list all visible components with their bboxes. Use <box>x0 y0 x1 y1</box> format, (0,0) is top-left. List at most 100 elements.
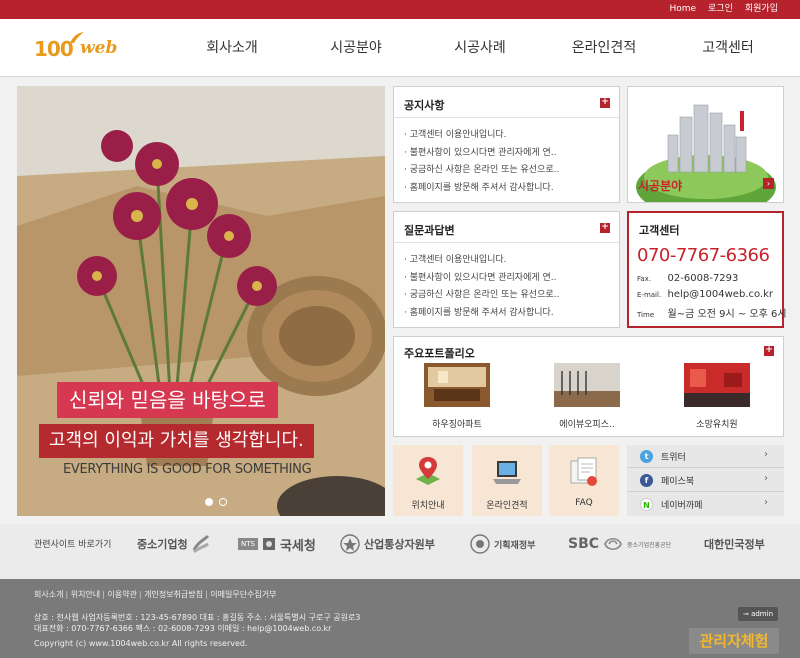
partner-nts[interactable]: NTS 국세청 <box>238 532 316 556</box>
partner-motie[interactable]: 산업통상자원부 <box>340 532 435 556</box>
qna-item[interactable]: · 궁금하신 사항은 온라인 또는 유선으로.. <box>404 287 559 305</box>
qna-board: 질문과답변 + · 고객센터 이용안내입니다. · 불편사항이 있으시다면 관리… <box>393 211 620 328</box>
cs-email-key: E-mail. <box>637 291 662 299</box>
qna-item[interactable]: · 불편사항이 있으시다면 관리자에게 연.. <box>404 270 559 288</box>
portfolio-item[interactable]: 하우징아파트 <box>422 363 492 430</box>
footer-link-company[interactable]: 회사소개 <box>34 590 63 599</box>
construction-field-arrow-icon[interactable]: › <box>763 178 774 189</box>
partner-nts-label: 국세청 <box>279 538 316 554</box>
portfolio-thumb-kindergarten <box>684 363 750 407</box>
social-facebook[interactable]: f 페이스북 › <box>627 469 784 492</box>
map-pin-icon <box>416 457 440 485</box>
footer-link-email-refusal[interactable]: 이메일무단수집거부 <box>210 590 276 599</box>
portfolio-more-icon[interactable]: + <box>764 346 774 356</box>
customer-center-box: 고객센터 070-7767-6366 Fax. 02-6008-7293 E-m… <box>627 211 787 328</box>
top-links: Home 로그인 회원가입 <box>669 3 778 15</box>
footer-separator: | <box>102 590 105 599</box>
partner-korea-gov[interactable]: 대한민국정부 <box>704 532 765 556</box>
notice-item[interactable]: · 홈페이지를 방문해 주셔서 감사합니다. <box>404 180 559 198</box>
cs-fax-key: Fax. <box>637 275 652 283</box>
qna-item[interactable]: · 고객센터 이용안내입니다. <box>404 252 559 270</box>
notice-title: 공지사항 <box>404 99 445 112</box>
notice-item[interactable]: · 불편사항이 있으시다면 관리자에게 연.. <box>404 145 559 163</box>
admin-login-button[interactable]: ⊸ admin <box>738 607 778 621</box>
chevron-right-icon: › <box>764 449 768 460</box>
slider-dot-1[interactable] <box>205 498 213 506</box>
footer-copyright: Copyright (c) www.1004web.co.kr All righ… <box>34 639 248 648</box>
cs-fax-row: Fax. 02-6008-7293 <box>637 273 738 284</box>
header: 100 web 회사소개 시공분야 시공사례 온라인견적 고객센터 <box>0 19 800 77</box>
cs-time-value: 월~금 오전 9시 ~ 오후 6시 <box>667 309 787 320</box>
nav-construction-cases[interactable]: 시공사례 <box>418 19 542 77</box>
portfolio-label: 하우징아파트 <box>432 420 482 430</box>
footer-link-privacy[interactable]: 개인정보취급방침 <box>144 590 203 599</box>
slider-dots <box>205 498 227 506</box>
notice-board: 공지사항 + · 고객센터 이용안내입니다. · 불편사항이 있으시다면 관리자… <box>393 86 620 203</box>
cs-email-value: help@1004web.co.kr <box>667 289 773 300</box>
footer-link-terms[interactable]: 이용약관 <box>107 590 136 599</box>
tile-location[interactable]: 위치안내 <box>393 445 463 516</box>
login-link[interactable]: 로그인 <box>708 3 733 15</box>
social-twitter[interactable]: t 트위터 › <box>627 445 784 468</box>
hero-tagline: EVERYTHING IS GOOD FOR SOMETHING <box>63 462 312 477</box>
partner-smba[interactable]: 중소기업청 <box>137 532 210 556</box>
portfolio-item[interactable]: 에이뷰오피스.. <box>552 363 622 430</box>
notice-item[interactable]: · 고객센터 이용안내입니다. <box>404 127 559 145</box>
nav-customer-center[interactable]: 고객센터 <box>666 19 790 77</box>
nav-online-estimate[interactable]: 온라인견적 <box>542 19 666 77</box>
hero-headline: 신뢰와 믿음을 바탕으로 <box>57 382 278 418</box>
tile-location-label: 위치안내 <box>411 501 445 511</box>
partner-korea-gov-label: 대한민국정부 <box>704 538 765 551</box>
nav-construction-field[interactable]: 시공분야 <box>294 19 418 77</box>
main-nav: 회사소개 시공분야 시공사례 온라인견적 고객센터 <box>170 19 790 77</box>
portfolio-item[interactable]: 소망유치원 <box>682 363 752 430</box>
qna-more-icon[interactable]: + <box>600 223 610 233</box>
government-emblem-icon <box>340 534 360 554</box>
footer: 회사소개 | 위치안내 | 이용약관 | 개인정보취급방침 | 이메일무단수집거부 상호… <box>0 579 800 658</box>
portfolio-thumb-interior <box>424 363 490 407</box>
hero-slider[interactable]: 신뢰와 믿음을 바탕으로 고객의 이익과 가치를 생각합니다. EVERYTHI… <box>17 86 385 516</box>
tile-faq[interactable]: FAQ <box>549 445 619 516</box>
qna-title: 질문과답변 <box>404 224 455 237</box>
partner-sbc[interactable]: SBC 중소기업진흥공단 <box>568 532 671 556</box>
slider-dot-2[interactable] <box>219 498 227 506</box>
construction-field-banner[interactable]: 시공분야 › <box>627 86 784 203</box>
qna-item[interactable]: · 홈페이지를 방문해 주셔서 감사합니다. <box>404 305 559 323</box>
footer-link-location[interactable]: 위치안내 <box>71 590 100 599</box>
social-naver-cafe[interactable]: N 네이버까페 › <box>627 493 784 516</box>
qna-list: · 고객센터 이용안내입니다. · 불편사항이 있으시다면 관리자에게 연.. … <box>404 252 559 322</box>
partner-sbc-label: SBC <box>568 536 600 552</box>
nav-company[interactable]: 회사소개 <box>170 19 294 77</box>
tile-online-estimate[interactable]: 온라인견적 <box>472 445 542 516</box>
footer-links: 회사소개 | 위치안내 | 이용약관 | 개인정보취급방침 | 이메일무단수집거부 <box>34 589 277 600</box>
cs-phone: 070-7767-6366 <box>637 245 770 266</box>
partner-mosf-label: 기획재정부 <box>494 540 536 551</box>
logo-number: 100 <box>34 37 74 61</box>
social-naver-cafe-label: 네이버까페 <box>661 501 703 511</box>
social-twitter-label: 트위터 <box>661 453 686 463</box>
signup-link[interactable]: 회원가입 <box>745 3 778 15</box>
footer-separator: | <box>205 590 208 599</box>
partner-mosf[interactable]: 기획재정부 <box>470 532 535 556</box>
cs-title: 고객센터 <box>639 224 680 237</box>
notice-list: · 고객센터 이용안내입니다. · 불편사항이 있으시다면 관리자에게 연.. … <box>404 127 559 197</box>
notice-more-icon[interactable]: + <box>600 98 610 108</box>
logo-text: web <box>80 38 118 58</box>
admin-experience-button[interactable]: 관리자체험 <box>689 628 779 654</box>
portfolio-title: 주요포트폴리오 <box>404 347 475 360</box>
notice-item[interactable]: · 궁금하신 사항은 온라인 또는 유선으로.. <box>404 162 559 180</box>
home-link[interactable]: Home <box>669 3 696 15</box>
logo[interactable]: 100 web <box>34 32 124 63</box>
laptop-icon <box>493 461 521 484</box>
qna-divider <box>394 242 619 243</box>
footer-info-line-2: 대표전화 : 070-7767-6366 팩스 : 02-6008-7293 이… <box>34 624 332 633</box>
partner-motie-label: 산업통상자원부 <box>364 538 435 551</box>
portfolio-label: 에이뷰오피스.. <box>559 420 615 430</box>
cs-time-row: Time 월~금 오전 9시 ~ 오후 6시 <box>637 305 787 320</box>
twitter-icon: t <box>640 450 653 463</box>
cs-time-key: Time <box>637 311 655 319</box>
top-bar: Home 로그인 회원가입 <box>0 0 800 19</box>
faq-documents-icon <box>570 457 597 486</box>
related-sites-title: 관련사이트 바로가기 <box>34 540 112 550</box>
partner-smba-label: 중소기업청 <box>137 538 188 551</box>
